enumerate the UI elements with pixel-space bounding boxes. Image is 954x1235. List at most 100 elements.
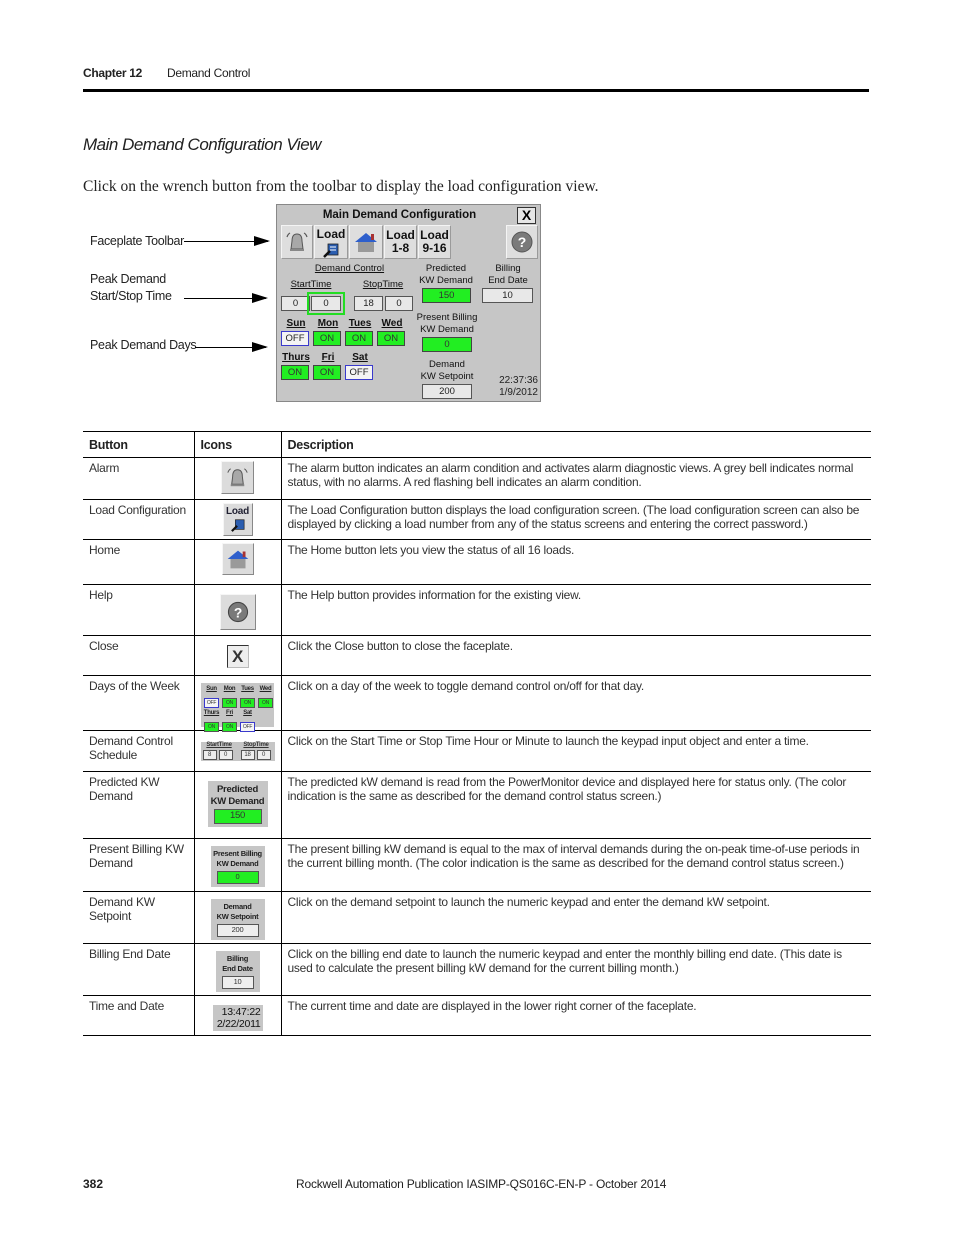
- alarm-button[interactable]: [281, 225, 313, 259]
- thumb-time-value: 8: [202, 750, 217, 760]
- callout-demand-days: Peak Demand Days: [90, 338, 197, 352]
- predicted-thumbnail: Predicted KW Demand 150: [207, 781, 268, 827]
- load-1-8-button[interactable]: Load 1-8: [384, 225, 417, 259]
- intro-paragraph: Click on the wrench button from the tool…: [83, 178, 599, 195]
- stop-minute-input[interactable]: 0: [385, 296, 413, 311]
- thumb-label-line1: Billing: [226, 954, 249, 963]
- day-label: Wed: [381, 318, 403, 329]
- icon-cell: Present Billing KW Demand 0: [193, 838, 281, 892]
- billing-label-line2: End Date: [488, 275, 528, 286]
- setpoint-thumbnail: Demand KW Setpoint 200: [210, 899, 265, 940]
- thumb-label-line2: KW Demand: [216, 858, 259, 868]
- icon-cell: ?: [193, 584, 281, 636]
- description-cell: The present billing kW demand is equal t…: [280, 838, 871, 892]
- day-toggle-sat[interactable]: OFF: [345, 365, 373, 380]
- description-cell: Click on the Start Time or Stop Time Hou…: [280, 730, 871, 772]
- billing-label-line1: Billing: [495, 263, 521, 274]
- day-toggle-mon[interactable]: ON: [313, 331, 341, 346]
- home-button[interactable]: [349, 225, 383, 259]
- table-row: Billing End Date Billing End Date 10 Clic…: [83, 943, 871, 996]
- present-billing-kw-demand-value: 0: [422, 337, 472, 352]
- icon-cell: Predicted KW Demand 150: [193, 771, 281, 839]
- icon-cell: [193, 539, 281, 585]
- table-row: Predicted KW Demand Predicted KW Demand …: [83, 771, 871, 839]
- icon-cell: 13:47:22 2/22/2011: [193, 995, 281, 1036]
- table-row: Alarm The alarm button indicates an alar…: [83, 457, 871, 500]
- page-number: 382: [83, 1177, 104, 1191]
- thumb-day-state: ON: [222, 722, 237, 732]
- load-configuration-thumbnail: Load: [222, 503, 253, 536]
- day-toggle-fri[interactable]: ON: [313, 365, 341, 380]
- thumb-day-state: ON: [204, 722, 219, 732]
- button-name-cell: Load Configuration: [83, 499, 194, 540]
- svg-text:?: ?: [518, 234, 527, 250]
- thumb-day-state: ON: [258, 698, 273, 708]
- start-hour-input[interactable]: 0: [281, 296, 310, 311]
- table-row: Home The Home button lets you view the s…: [83, 539, 871, 585]
- setpoint-label-line1: Demand: [429, 359, 465, 370]
- help-icon: ?: [511, 231, 533, 253]
- callout-start-stop-line2: Start/Stop Time: [90, 289, 172, 303]
- start-time-label: StartTime: [290, 279, 332, 290]
- icon-cell: StartTime StopTime 8 0 18 0: [193, 730, 281, 772]
- thumb-label-line1: Demand: [223, 902, 252, 911]
- table-row: Close X Click the Close button to close th…: [83, 635, 871, 676]
- description-cell: Click on a day of the week to toggle dem…: [280, 675, 871, 731]
- thumb-time-value: 18: [240, 750, 255, 760]
- icon-cell: X: [193, 635, 281, 676]
- description-cell: The Load Configuration button displays t…: [280, 499, 871, 540]
- home-icon: [355, 233, 377, 252]
- billing-end-date-input[interactable]: 10: [482, 288, 533, 303]
- start-minute-input[interactable]: 0: [307, 292, 345, 315]
- icon-cell: [193, 457, 281, 500]
- header-icons: Icons: [193, 431, 281, 458]
- days-of-week-thumbnail: Sun OFF Mon ON Tues ON Wed ON Thurs ON Fri ON Sat OFF: [201, 683, 274, 732]
- button-name-cell: Help: [83, 584, 194, 636]
- day-toggle-sun[interactable]: OFF: [281, 331, 309, 346]
- day-toggle-wed[interactable]: ON: [377, 331, 405, 346]
- button-name-cell: Home: [83, 539, 194, 585]
- setpoint-label-line2: KW Setpoint: [420, 371, 474, 382]
- description-cell: The Help button provides information for…: [280, 584, 871, 636]
- table-header-row: Button Icons Description: [83, 431, 871, 458]
- thumb-label-line1: Present Billing: [213, 849, 262, 858]
- thumb-label-line2: KW Demand: [210, 795, 265, 807]
- help-button[interactable]: ?: [506, 225, 538, 259]
- stop-hour-input[interactable]: 18: [354, 296, 383, 311]
- time-date-thumbnail: 13:47:22 2/22/2011: [212, 1004, 263, 1031]
- thumb-day-label: Fri: [226, 710, 233, 716]
- description-cell: Click on the demand setpoint to launch t…: [280, 891, 871, 944]
- present-billing-label-line2: KW Demand: [420, 324, 474, 335]
- page-header: Chapter 12 Demand Control: [83, 66, 869, 92]
- present-billing-label-line1: Present Billing: [416, 312, 478, 323]
- close-button[interactable]: X: [517, 207, 536, 224]
- thumb-time-value: 0: [256, 750, 271, 760]
- alarm-button-thumbnail: [221, 461, 254, 494]
- help-icon: ?: [227, 601, 248, 623]
- description-cell: Click the Close button to close the face…: [280, 635, 871, 676]
- button-name-cell: Days of the Week: [83, 675, 194, 731]
- predicted-kw-demand-value: 150: [422, 288, 471, 303]
- thumb-day-state: ON: [240, 698, 255, 708]
- load-configuration-button[interactable]: Load: [314, 225, 348, 259]
- home-icon: [227, 550, 248, 569]
- load-9-16-button[interactable]: Load 9-16: [418, 225, 451, 259]
- table-row: Load Configuration Load The Load Configu…: [83, 499, 871, 540]
- table-row: Time and Date 13:47:22 2/22/2011 The curr…: [83, 995, 871, 1036]
- thumb-day-label: Wed: [259, 686, 272, 692]
- demand-kw-setpoint-input[interactable]: 200: [422, 384, 472, 399]
- chapter-label: Chapter 12: [83, 66, 143, 80]
- help-button-thumbnail: ?: [219, 594, 256, 630]
- table-row: Demand KW Setpoint Demand KW Setpoint 20…: [83, 891, 871, 944]
- stop-time-label: StopTime: [362, 279, 404, 290]
- button-name-cell: Alarm: [83, 457, 194, 500]
- callout-arrow: [195, 342, 268, 352]
- thumb-time-value: 0: [218, 750, 233, 760]
- home-button-thumbnail: [221, 543, 254, 575]
- day-toggle-thurs[interactable]: ON: [281, 365, 309, 380]
- day-toggle-tues[interactable]: ON: [345, 331, 373, 346]
- day-label: Sun: [286, 318, 306, 329]
- faceplate-time-date: 22:37:36 1/9/2012: [499, 375, 538, 399]
- description-cell: The current time and date are displayed …: [280, 995, 871, 1036]
- load-thumb-label: Load: [226, 506, 249, 517]
